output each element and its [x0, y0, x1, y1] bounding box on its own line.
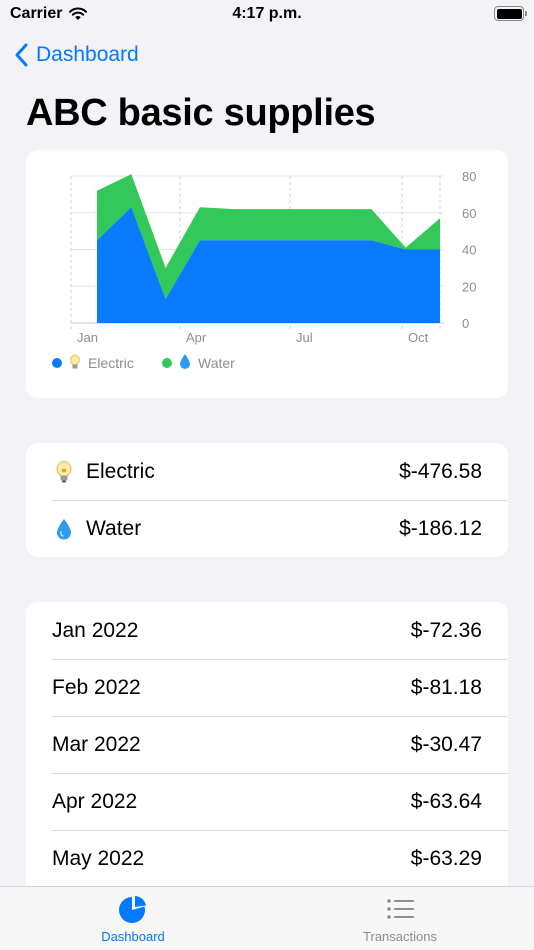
y-tick-label: 40: [462, 243, 476, 258]
month-value: $-30.47: [410, 732, 482, 756]
summary-row-water[interactable]: Water $-186.12: [26, 500, 508, 557]
month-label: Jan 2022: [52, 618, 139, 642]
x-tick-label: Jul: [296, 330, 313, 345]
summary-row-electric[interactable]: Electric $-476.58: [26, 443, 508, 500]
tab-transactions-label: Transactions: [363, 929, 437, 944]
water-drop-icon: [57, 518, 71, 539]
month-row[interactable]: Apr 2022 $-63.64: [26, 773, 508, 830]
month-value: $-63.29: [410, 846, 482, 870]
y-tick-label: 20: [462, 279, 476, 294]
x-tick-label: Jan: [77, 330, 98, 345]
water-drop-icon: [180, 354, 190, 369]
legend-swatch: [52, 358, 62, 368]
page-title: ABC basic supplies: [26, 92, 376, 134]
stacked-area-chart: 0 20 40 60 80 Jan Apr Jul Oct Electric Water: [52, 169, 476, 371]
chevron-left-icon: [15, 43, 28, 67]
tab-dashboard[interactable]: Dashboard: [63, 893, 203, 944]
legend-swatch: [162, 358, 172, 368]
month-row[interactable]: May 2022 $-63.29: [26, 830, 508, 887]
list-icon: [387, 899, 414, 919]
month-row[interactable]: Feb 2022 $-81.18: [26, 659, 508, 716]
month-label: Mar 2022: [52, 732, 141, 756]
summary-label-water: Water: [86, 516, 142, 540]
month-value: $-81.18: [410, 675, 482, 699]
battery-icon: [494, 6, 527, 21]
month-label: Apr 2022: [52, 789, 138, 813]
tab-transactions[interactable]: Transactions: [330, 893, 470, 944]
summary-label-electric: Electric: [86, 459, 155, 483]
month-value: $-63.64: [410, 789, 482, 813]
month-row[interactable]: Mar 2022 $-30.47: [26, 716, 508, 773]
y-tick-label: 60: [462, 206, 476, 221]
month-label: May 2022: [52, 846, 145, 870]
legend-label: Electric: [88, 355, 134, 371]
status-time: 4:17 p.m.: [232, 5, 302, 22]
back-button[interactable]: Dashboard: [14, 40, 139, 70]
lightbulb-icon: [56, 460, 72, 482]
x-tick-label: Oct: [408, 330, 429, 345]
month-row[interactable]: Jan 2022 $-72.36: [26, 602, 508, 659]
tab-bar: Dashboard Transactions: [0, 886, 534, 950]
category-summary-card: Electric $-476.58 Water $-186.12: [26, 443, 508, 557]
summary-value-water: $-186.12: [399, 516, 482, 540]
legend-label: Water: [198, 355, 235, 371]
month-value: $-72.36: [410, 618, 482, 642]
status-bar: Carrier 4:17 p.m.: [0, 0, 534, 34]
lightbulb-icon: [70, 354, 80, 366]
pie-chart-icon: [119, 896, 146, 923]
x-tick-label: Apr: [186, 330, 207, 345]
tab-dashboard-label: Dashboard: [101, 929, 165, 944]
lightbulb-icon-base: [72, 364, 78, 369]
back-label: Dashboard: [36, 43, 139, 66]
y-tick-label: 0: [462, 316, 469, 331]
monthly-totals-card: Jan 2022 $-72.36 Feb 2022 $-81.18 Mar 20…: [26, 602, 508, 902]
summary-value-electric: $-476.58: [399, 459, 482, 483]
y-tick-label: 80: [462, 169, 476, 184]
chart-card: 0 20 40 60 80 Jan Apr Jul Oct Electric Water: [26, 150, 508, 398]
month-label: Feb 2022: [52, 675, 141, 699]
